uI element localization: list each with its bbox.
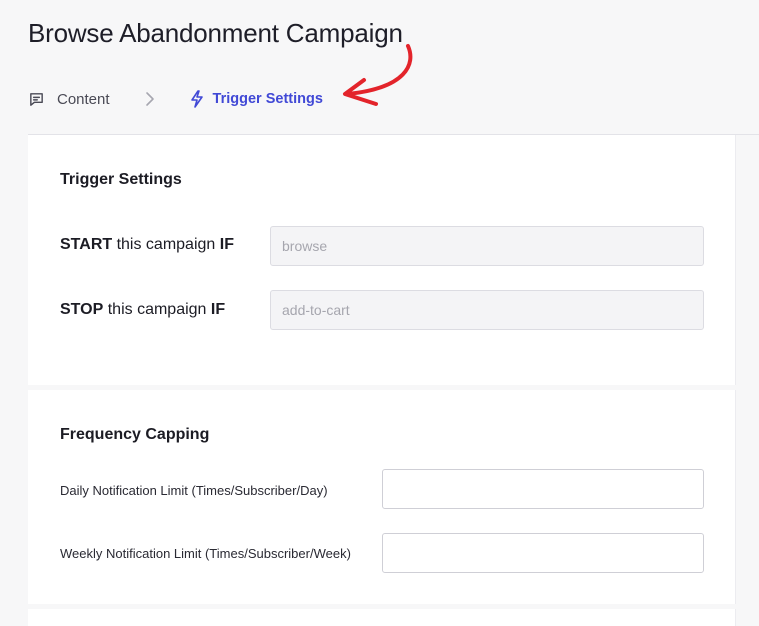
step-content[interactable]: Content bbox=[28, 91, 110, 108]
stop-middle-text: this campaign bbox=[103, 301, 211, 318]
weekly-limit-input[interactable] bbox=[382, 533, 704, 573]
daily-limit-input[interactable] bbox=[382, 469, 704, 509]
start-keyword: START bbox=[60, 236, 113, 253]
stop-if-keyword: IF bbox=[210, 301, 226, 318]
step-trigger-settings-label: Trigger Settings bbox=[212, 91, 323, 107]
chevron-right-icon bbox=[144, 91, 156, 107]
trigger-settings-card: Trigger Settings START this campaign IF … bbox=[28, 135, 736, 385]
daily-limit-label: Daily Notification Limit (Times/Subscrib… bbox=[60, 483, 328, 498]
page-title: Browse Abandonment Campaign bbox=[28, 18, 403, 48]
frequency-capping-title: Frequency Capping bbox=[60, 426, 210, 443]
annotation-arrow-icon bbox=[338, 40, 428, 115]
step-breadcrumb: Content Trigger Settings bbox=[28, 86, 323, 112]
step-trigger-settings[interactable]: Trigger Settings bbox=[190, 90, 323, 108]
weekly-limit-label: Weekly Notification Limit (Times/Subscri… bbox=[60, 546, 351, 561]
trigger-settings-title: Trigger Settings bbox=[60, 171, 182, 188]
step-content-label: Content bbox=[57, 90, 110, 108]
stop-event-input[interactable] bbox=[270, 290, 704, 330]
start-condition-label: START this campaign IF bbox=[60, 236, 234, 254]
next-section-card bbox=[28, 609, 736, 626]
start-if-keyword: IF bbox=[219, 236, 234, 253]
start-middle-text: this campaign bbox=[112, 236, 220, 253]
stop-keyword: STOP bbox=[60, 301, 104, 318]
start-event-input[interactable] bbox=[270, 226, 704, 266]
stop-condition-label: STOP this campaign IF bbox=[60, 301, 225, 319]
lightning-icon bbox=[190, 90, 204, 108]
message-square-icon bbox=[28, 91, 45, 108]
frequency-capping-card: Frequency Capping Daily Notification Lim… bbox=[28, 390, 736, 604]
